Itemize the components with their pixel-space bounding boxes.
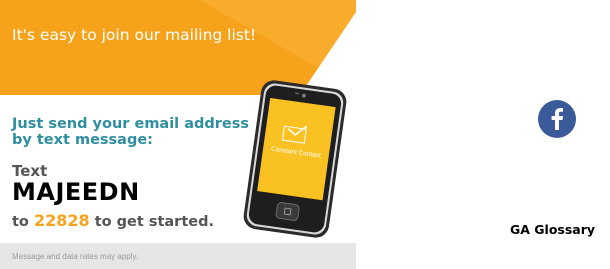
facebook-icon [551, 108, 563, 130]
instruction-text: Just send your email address by text mes… [12, 116, 249, 148]
get-started-text: to get started. [94, 214, 214, 230]
to-word: to [12, 214, 29, 230]
mailing-list-promo: It's easy to join our mailing list! Just… [0, 0, 356, 269]
disclaimer-strip: Message and data rates may apply. [0, 243, 356, 269]
shortcode-line: to 22828 to get started. [12, 211, 214, 230]
banner-headline: It's easy to join our mailing list! [12, 26, 257, 44]
sms-shortcode: 22828 [33, 211, 90, 230]
disclaimer-text: Message and data rates may apply. [12, 252, 139, 261]
ga-glossary-link[interactable]: GA Glossary [510, 222, 595, 237]
smartphone-illustration: Constant Contact [243, 80, 347, 238]
sms-keyword: MAJEEDN [12, 178, 140, 206]
facebook-button[interactable] [538, 100, 576, 138]
